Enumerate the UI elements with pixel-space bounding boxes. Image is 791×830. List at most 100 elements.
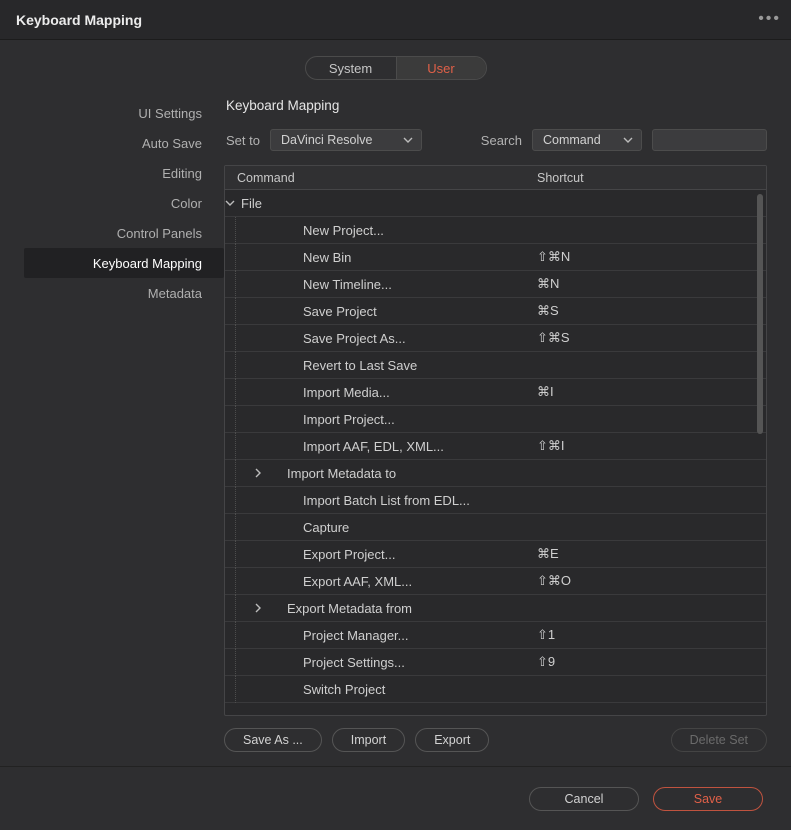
tree-guide (235, 541, 249, 568)
table-row[interactable]: Export Metadata from (225, 595, 766, 622)
tree-guide (235, 217, 249, 244)
row-shortcut: ⌘S (537, 303, 766, 319)
row-label: Import Project... (287, 412, 395, 427)
row-label: Switch Project (287, 682, 385, 697)
table-row[interactable]: Project Manager...⇧1 (225, 622, 766, 649)
row-label: New Timeline... (287, 277, 392, 292)
tree-guide (235, 514, 249, 541)
header-command: Command (225, 171, 537, 185)
table-row[interactable]: Import AAF, EDL, XML...⇧⌘I (225, 433, 766, 460)
sidebar-item-keyboard-mapping[interactable]: Keyboard Mapping (24, 248, 224, 278)
chevron-right-icon[interactable] (255, 468, 261, 478)
row-label: File (235, 196, 262, 211)
table-row[interactable]: Export Project...⌘E (225, 541, 766, 568)
row-label: Export AAF, XML... (287, 574, 412, 589)
search-label: Search (481, 133, 522, 148)
table-header: Command Shortcut (225, 166, 766, 190)
tree-guide (235, 325, 249, 352)
tree-guide (235, 595, 249, 622)
row-shortcut: ⇧⌘I (537, 438, 766, 454)
set-to-value: DaVinci Resolve (281, 133, 372, 147)
command-table: Command Shortcut File New Project... New B… (224, 165, 767, 716)
table-body: FileNew Project...New Bin⇧⌘NNew Timeline… (225, 190, 766, 715)
sidebar-item-color[interactable]: Color (24, 188, 224, 218)
table-row[interactable]: Export AAF, XML... ⇧⌘O (225, 568, 766, 595)
content: Keyboard Mapping Set to DaVinci Resolve … (224, 98, 767, 752)
table-row[interactable]: Project Settings...⇧9 (225, 649, 766, 676)
sidebar-item-ui-settings[interactable]: UI Settings (24, 98, 224, 128)
row-label: Revert to Last Save (287, 358, 417, 373)
table-row[interactable]: New Bin⇧⌘N (225, 244, 766, 271)
tree-guide (235, 433, 249, 460)
sidebar: UI Settings Auto Save Editing Color Cont… (24, 98, 224, 752)
table-row[interactable]: Capture (225, 514, 766, 541)
row-label: New Project... (287, 223, 384, 238)
table-row[interactable]: Save Project⌘S (225, 298, 766, 325)
row-shortcut: ⇧⌘O (537, 573, 766, 589)
table-row[interactable]: Import Project... (225, 406, 766, 433)
tree-guide (235, 244, 249, 271)
tree-guide (235, 460, 249, 487)
mode-toggle-row: System User (24, 56, 767, 80)
row-shortcut: ⌘N (537, 276, 766, 292)
tree-guide (235, 271, 249, 298)
search-mode-value: Command (543, 133, 601, 147)
tree-guide (235, 649, 249, 676)
tree-guide (235, 406, 249, 433)
set-to-select[interactable]: DaVinci Resolve (270, 129, 422, 151)
search-input[interactable] (652, 129, 767, 151)
scrollbar[interactable] (757, 194, 763, 434)
save-as-button[interactable]: Save As ... (224, 728, 322, 752)
table-row[interactable]: Import Media...⌘I (225, 379, 766, 406)
save-button[interactable]: Save (653, 787, 763, 811)
row-label: Capture (287, 520, 349, 535)
row-label: Project Manager... (287, 628, 409, 643)
tree-guide (235, 379, 249, 406)
mode-segmented-control: System User (305, 56, 487, 80)
row-label: Project Settings... (287, 655, 405, 670)
titlebar: Keyboard Mapping ••• (0, 0, 791, 40)
table-row[interactable]: Import Metadata to (225, 460, 766, 487)
table-row[interactable]: File (225, 190, 766, 217)
footer: Cancel Save (0, 766, 791, 830)
row-shortcut: ⌘I (537, 384, 766, 400)
main-area: UI Settings Auto Save Editing Color Cont… (24, 98, 767, 752)
import-button[interactable]: Import (332, 728, 405, 752)
tree-guide (235, 298, 249, 325)
row-label: Export Project... (287, 547, 395, 562)
export-button[interactable]: Export (415, 728, 489, 752)
window-title: Keyboard Mapping (16, 12, 142, 28)
table-row[interactable]: Switch Project (225, 676, 766, 703)
row-label: Import Batch List from EDL... (287, 493, 470, 508)
system-tab[interactable]: System (306, 57, 396, 79)
user-tab[interactable]: User (396, 57, 486, 79)
dialog-body: System User UI Settings Auto Save Editin… (0, 40, 791, 766)
delete-set-button: Delete Set (671, 728, 767, 752)
table-row[interactable]: Revert to Last Save (225, 352, 766, 379)
row-label: Save Project As... (287, 331, 406, 346)
controls-row: Set to DaVinci Resolve Search Command (224, 129, 767, 151)
chevron-right-icon[interactable] (255, 603, 261, 613)
header-shortcut: Shortcut (537, 171, 766, 185)
row-label: New Bin (287, 250, 351, 265)
chevron-down-icon (623, 137, 633, 143)
table-button-row: Save As ... Import Export Delete Set (224, 728, 767, 752)
table-row[interactable]: New Project... (225, 217, 766, 244)
row-label: Export Metadata from (287, 601, 412, 616)
sidebar-item-auto-save[interactable]: Auto Save (24, 128, 224, 158)
tree-guide (235, 487, 249, 514)
sidebar-item-editing[interactable]: Editing (24, 158, 224, 188)
chevron-down-icon[interactable] (225, 200, 235, 206)
sidebar-item-control-panels[interactable]: Control Panels (24, 218, 224, 248)
sidebar-item-metadata[interactable]: Metadata (24, 278, 224, 308)
tree-guide (235, 568, 249, 595)
cancel-button[interactable]: Cancel (529, 787, 639, 811)
table-row[interactable]: New Timeline... ⌘N (225, 271, 766, 298)
tree-guide (235, 352, 249, 379)
table-row[interactable]: Save Project As...⇧⌘S (225, 325, 766, 352)
search-mode-select[interactable]: Command (532, 129, 642, 151)
more-icon[interactable]: ••• (758, 10, 781, 28)
table-row[interactable]: Import Batch List from EDL... (225, 487, 766, 514)
set-to-label: Set to (226, 133, 260, 148)
chevron-down-icon (403, 137, 413, 143)
